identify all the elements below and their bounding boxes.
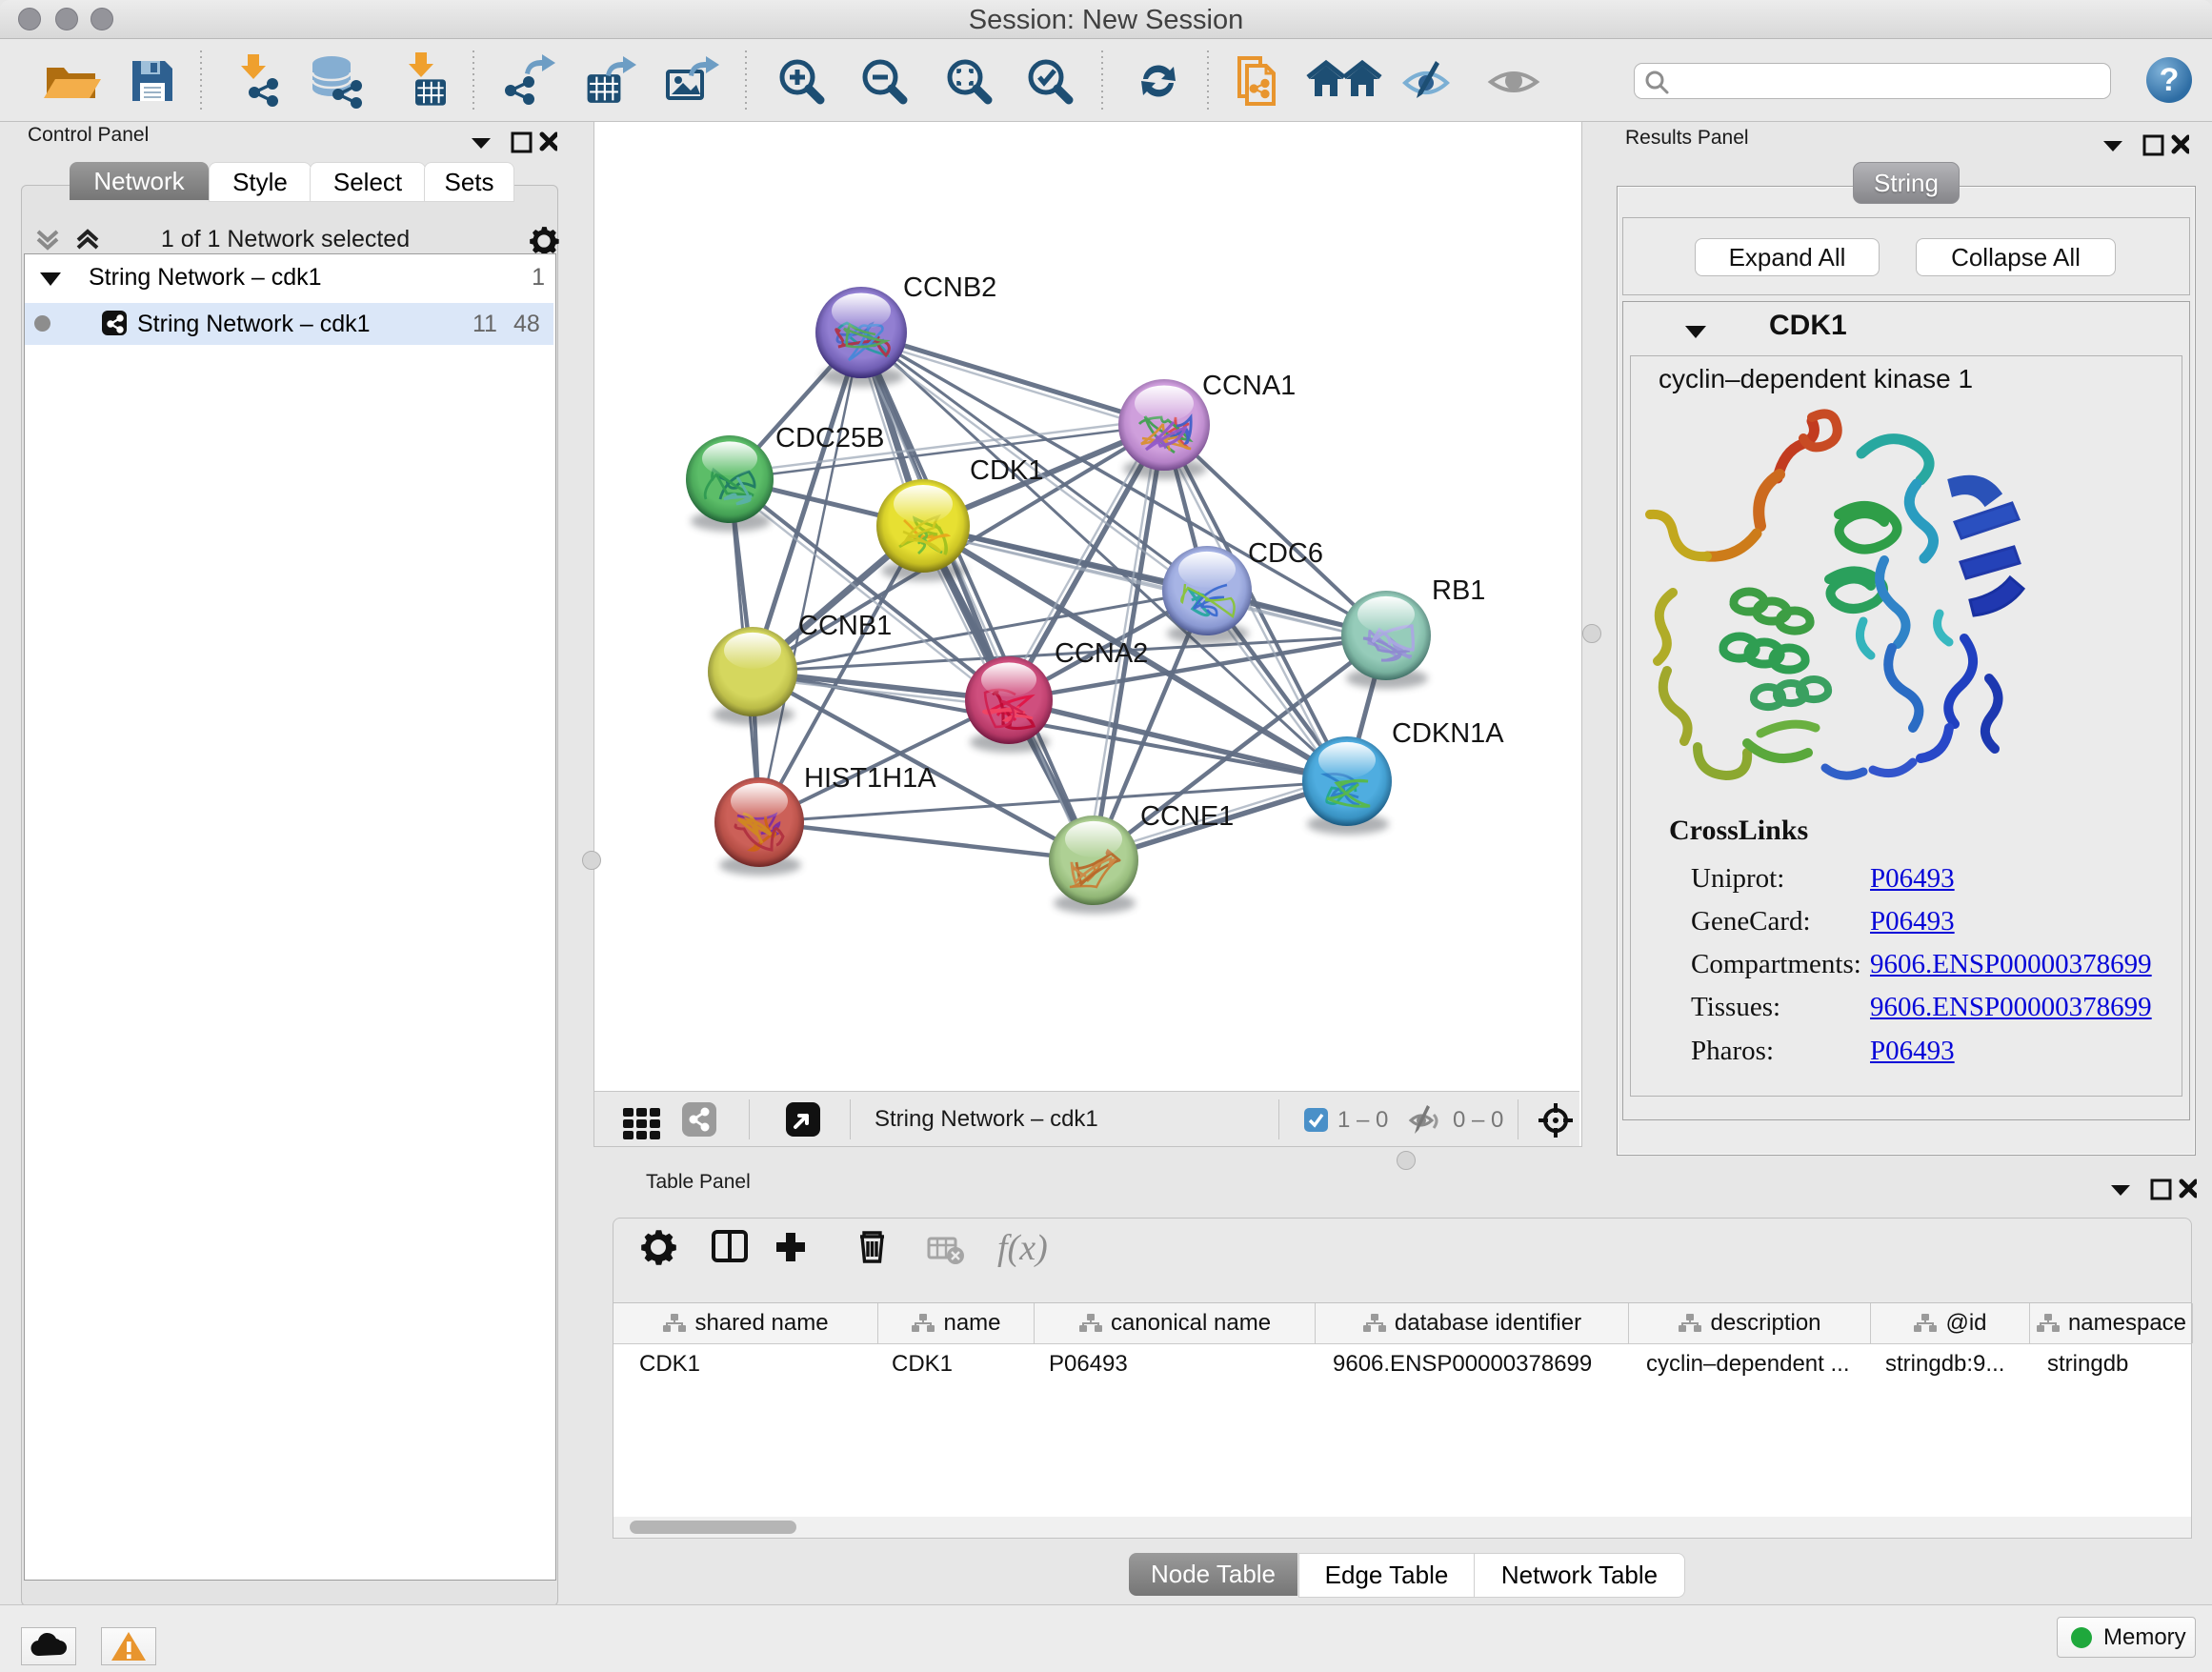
svg-text:HIST1H1A: HIST1H1A: [804, 763, 936, 794]
svg-text:CDC6: CDC6: [1248, 538, 1323, 569]
svg-text:CCNA2: CCNA2: [1055, 638, 1148, 669]
svg-text:CDK1: CDK1: [970, 455, 1043, 486]
svg-text:CCNA1: CCNA1: [1202, 371, 1296, 401]
svg-text:CDC25B: CDC25B: [775, 423, 884, 453]
svg-text:CDKN1A: CDKN1A: [1392, 718, 1504, 749]
svg-text:CCNB1: CCNB1: [798, 611, 892, 641]
svg-text:RB1: RB1: [1432, 575, 1485, 606]
svg-text:CCNB2: CCNB2: [903, 272, 996, 303]
svg-text:CCNE1: CCNE1: [1140, 801, 1234, 832]
svg-text:f(x): f(x): [997, 1228, 1048, 1268]
